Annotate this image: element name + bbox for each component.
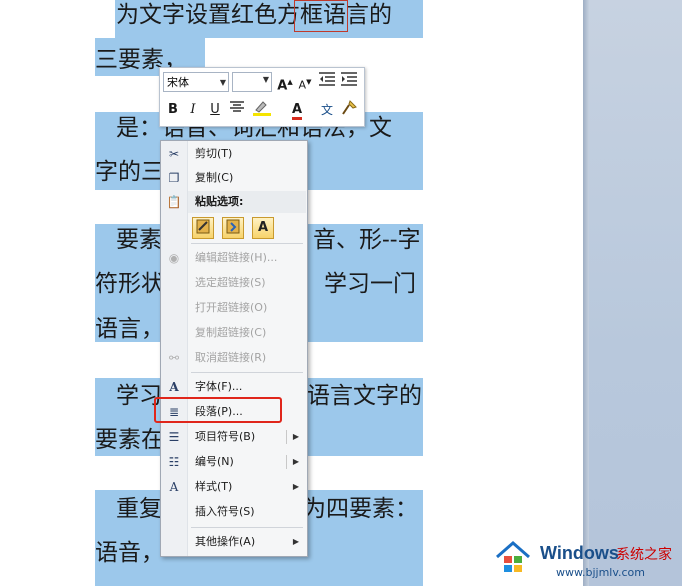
menu-separator bbox=[191, 243, 303, 244]
increase-indent-button[interactable] bbox=[340, 72, 358, 92]
document-text-line[interactable]: 学习一门 bbox=[324, 267, 416, 301]
chevron-right-icon: ▶ bbox=[292, 482, 299, 491]
paste-merge-icon bbox=[226, 219, 240, 234]
font-name-value: 宋体 bbox=[167, 76, 189, 89]
menu-item-label: 编号(N) bbox=[195, 455, 234, 468]
bold-button[interactable]: B bbox=[164, 100, 182, 120]
red-annotation-box bbox=[154, 397, 282, 423]
menu-item-label: 复制超链接(C) bbox=[195, 326, 267, 339]
menu-item-edit-hyperlink[interactable]: ◉ 编辑超链接(H)... bbox=[161, 246, 307, 270]
menu-item-label: 项目符号(B) bbox=[195, 430, 256, 443]
highlighter-icon bbox=[253, 101, 271, 116]
highlight-color-button[interactable] bbox=[250, 100, 274, 120]
format-painter-icon bbox=[342, 100, 357, 115]
menu-item-label: 选定超链接(S) bbox=[195, 276, 266, 289]
bullets-icon: ☰ bbox=[168, 430, 180, 444]
unlink-icon: ⚯ bbox=[168, 351, 180, 365]
shrink-font-icon: A bbox=[298, 78, 307, 92]
shrink-font-button[interactable]: A▼ bbox=[296, 72, 314, 92]
watermark-sub: 系统之家 bbox=[616, 547, 672, 563]
globe-link-icon: ◉ bbox=[168, 251, 180, 265]
menu-item-cut[interactable]: ✂ 剪切(T) bbox=[161, 142, 307, 166]
document-background-right bbox=[583, 0, 682, 586]
menu-item-remove-hyperlink[interactable]: ⚯ 取消超链接(R) bbox=[161, 346, 307, 370]
increase-indent-icon bbox=[341, 72, 357, 86]
menu-item-label: 其他操作(A) bbox=[195, 535, 256, 548]
red-frame-border bbox=[294, 0, 348, 32]
menu-item-font[interactable]: A 字体(F)... bbox=[161, 375, 307, 399]
menu-item-open-hyperlink[interactable]: 打开超链接(O) bbox=[161, 296, 307, 320]
chevron-right-icon[interactable]: ▶ bbox=[293, 450, 299, 474]
phonetic-guide-button[interactable]: 文 bbox=[318, 100, 336, 120]
watermark-url: www.bjjmlv.com bbox=[556, 566, 645, 579]
grow-font-icon: A bbox=[277, 78, 288, 94]
document-text-line[interactable]: 语言， bbox=[95, 312, 164, 346]
menu-item-label: 复制(C) bbox=[195, 171, 234, 184]
font-color-icon: A bbox=[291, 103, 303, 120]
font-name-combo[interactable]: 宋体 ▼ bbox=[163, 72, 229, 92]
document-text-line[interactable]: 为文字设置红色方框语言的 bbox=[116, 0, 392, 32]
decrease-indent-icon bbox=[319, 72, 335, 86]
menu-item-label: 样式(T) bbox=[195, 480, 233, 493]
center-align-button[interactable] bbox=[228, 100, 246, 120]
menu-item-copy-hyperlink[interactable]: 复制超链接(C) bbox=[161, 321, 307, 345]
submenu-split-divider bbox=[286, 430, 287, 444]
windows-house-logo-icon bbox=[496, 541, 530, 572]
document-text-line[interactable]: 为四要素： bbox=[303, 492, 418, 526]
menu-item-label: 打开超链接(O) bbox=[195, 301, 268, 314]
menu-item-other-actions[interactable]: 其他操作(A) ▶ bbox=[161, 530, 307, 554]
menu-item-select-hyperlink[interactable]: 选定超链接(S) bbox=[161, 271, 307, 295]
menu-separator bbox=[191, 527, 303, 528]
chevron-right-icon: ▶ bbox=[292, 537, 299, 546]
paste-keep-source-formatting-button[interactable] bbox=[192, 217, 214, 239]
document-text-line[interactable]: 符形状 bbox=[95, 267, 164, 301]
clipboard-icon: 📋 bbox=[166, 195, 182, 209]
menu-item-copy[interactable]: ❐ 复制(C) bbox=[161, 166, 307, 190]
mini-formatting-toolbar: 宋体 ▼ ▼ A▲ A▼ B I U A 文 bbox=[159, 67, 365, 127]
menu-item-label: 字体(F)... bbox=[195, 380, 243, 393]
watermark-brand: Windows bbox=[540, 543, 619, 563]
document-text-line[interactable]: 音、形--字 bbox=[313, 223, 421, 257]
document-text-line[interactable]: 语言文字的 bbox=[307, 379, 422, 413]
menu-item-label: 取消超链接(R) bbox=[195, 351, 267, 364]
watermark: Windows 系统之家 www.bjjmlv.com bbox=[494, 536, 682, 586]
menu-item-label: 插入符号(S) bbox=[195, 505, 255, 518]
grow-font-button[interactable]: A▲ bbox=[276, 72, 294, 94]
submenu-split-divider bbox=[286, 455, 287, 469]
document-text-line[interactable]: 要素 bbox=[116, 223, 162, 257]
context-menu: ✂ 剪切(T) ❐ 复制(C) 📋 粘贴选项: A ◉ 编辑超链接(H)... … bbox=[160, 140, 308, 557]
styles-icon: A bbox=[169, 480, 179, 494]
underline-button[interactable]: U bbox=[206, 100, 224, 120]
paste-merge-formatting-button[interactable] bbox=[222, 217, 244, 239]
chevron-down-icon[interactable]: ▼ bbox=[220, 73, 226, 93]
center-align-icon bbox=[230, 101, 244, 112]
font-size-combo[interactable]: ▼ bbox=[232, 72, 272, 92]
chevron-right-icon[interactable]: ▶ bbox=[293, 425, 299, 449]
scissors-icon: ✂ bbox=[168, 147, 180, 161]
menu-item-styles[interactable]: A 样式(T) ▶ bbox=[161, 475, 307, 499]
paste-options-title: 粘贴选项: bbox=[195, 195, 244, 208]
italic-button[interactable]: I bbox=[184, 100, 202, 120]
menu-item-label: 编辑超链接(H)... bbox=[195, 251, 278, 264]
font-icon: A bbox=[169, 380, 179, 394]
chevron-down-icon[interactable]: ▼ bbox=[263, 75, 269, 84]
format-painter-button[interactable] bbox=[340, 100, 358, 120]
numbering-icon: ☷ bbox=[168, 455, 180, 469]
menu-separator bbox=[191, 372, 303, 373]
menu-item-numbering[interactable]: ☷ 编号(N) ▶ bbox=[161, 450, 307, 474]
copy-icon: ❐ bbox=[168, 171, 180, 185]
document-text-line[interactable]: 要素在 bbox=[95, 423, 164, 457]
document-text-line[interactable]: 字的三 bbox=[95, 155, 164, 189]
menu-item-bullets[interactable]: ☰ 项目符号(B) ▶ bbox=[161, 425, 307, 449]
paste-brush-icon bbox=[196, 219, 210, 234]
document-text-line[interactable]: 语音， bbox=[95, 536, 164, 570]
decrease-indent-button[interactable] bbox=[318, 72, 336, 92]
font-color-button[interactable]: A bbox=[286, 100, 308, 120]
document-text-line[interactable]: 重复 bbox=[116, 492, 162, 526]
paste-keep-text-only-button[interactable]: A bbox=[252, 217, 274, 239]
menu-item-label: 剪切(T) bbox=[195, 147, 233, 160]
menu-item-insert-symbol[interactable]: 插入符号(S) bbox=[161, 500, 307, 524]
